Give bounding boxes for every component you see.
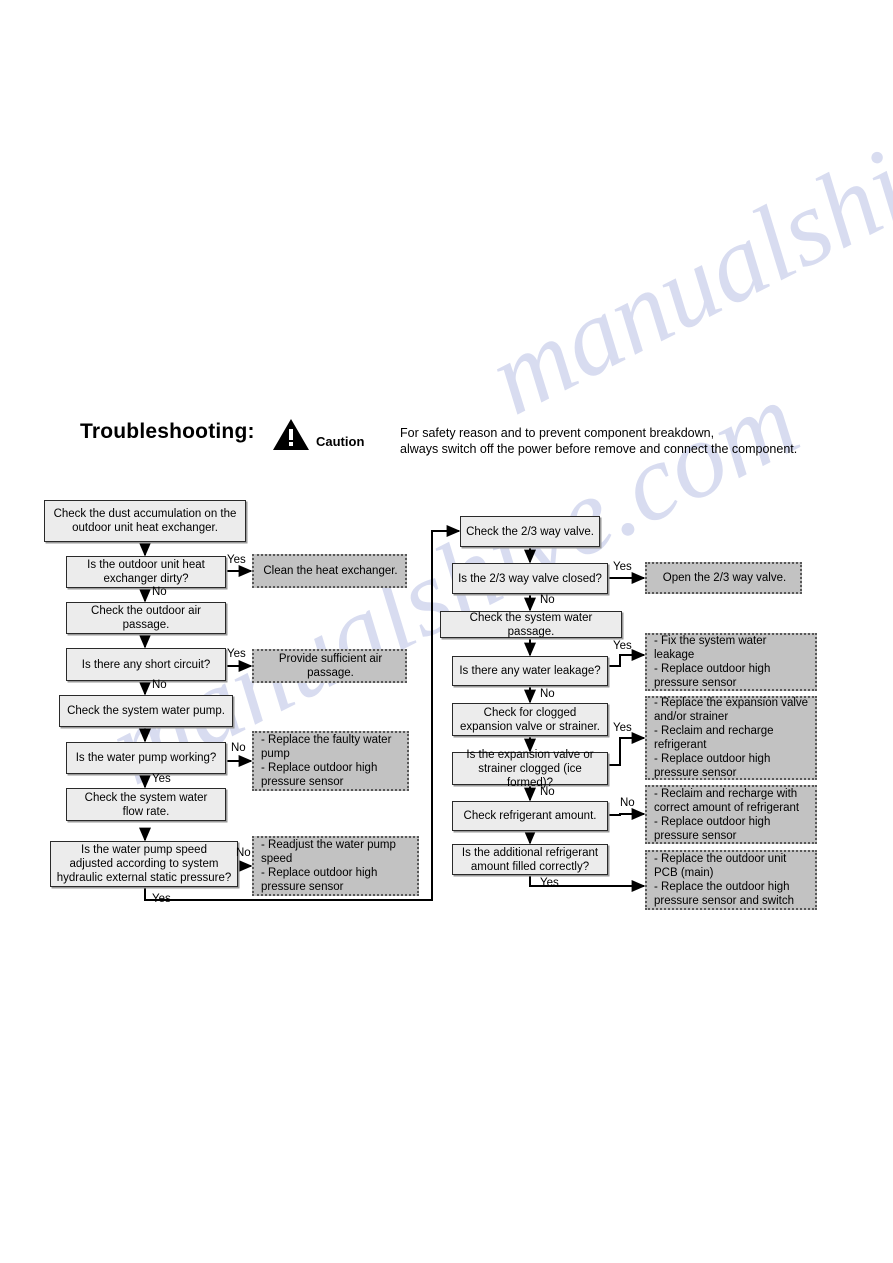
flow-node-is-refrigerant-filled-correctly[interactable]: Is the additional refrigerant amount fil…	[452, 844, 608, 875]
flow-node-is-there-short-circuit[interactable]: Is there any short circuit?	[66, 648, 226, 681]
warning-triangle-icon	[273, 419, 309, 450]
edge-label-l6-no: No	[231, 742, 246, 754]
edge-label-r6-no: No	[540, 786, 555, 798]
flow-action-replace-outdoor-pcb[interactable]: - Replace the outdoor unit PCB (main) - …	[645, 850, 817, 910]
flow-action-open-2-3-way-valve[interactable]: Open the 2/3 way valve.	[645, 562, 802, 594]
caution-note: For safety reason and to prevent compone…	[400, 425, 797, 457]
edge-label-r6-yes: Yes	[613, 722, 632, 734]
edge-label-r2-no: No	[540, 594, 555, 606]
caution-note-line-2: always switch off the power before remov…	[400, 442, 798, 456]
flow-action-clean-heat-exchanger[interactable]: Clean the heat exchanger.	[252, 554, 407, 588]
caution-note-line-1: For safety reason and to prevent compone…	[400, 426, 715, 440]
flow-node-check-system-water-pump[interactable]: Check the system water pump.	[59, 695, 233, 727]
edge-label-l4-no: No	[152, 679, 167, 691]
flow-action-reclaim-recharge-refrigerant[interactable]: - Reclaim and recharge with correct amou…	[645, 785, 817, 844]
flow-action-readjust-water-pump-speed[interactable]: - Readjust the water pump speed - Replac…	[252, 836, 419, 896]
flow-action-provide-air-passage[interactable]: Provide sufficient air passage.	[252, 649, 407, 683]
flow-node-check-refrigerant-amount[interactable]: Check refrigerant amount.	[452, 801, 608, 831]
page-title: Troubleshooting:	[80, 420, 255, 443]
flow-action-replace-faulty-water-pump[interactable]: - Replace the faulty water pump - Replac…	[252, 731, 409, 791]
edge-label-l8-yes: Yes	[152, 893, 171, 905]
flow-node-is-pump-speed-adjusted[interactable]: Is the water pump speed adjusted accordi…	[50, 841, 238, 887]
flow-node-check-dust-accumulation[interactable]: Check the dust accumulation on the outdo…	[44, 500, 246, 542]
edge-label-r4-no: No	[540, 688, 555, 700]
edge-label-l4-yes: Yes	[227, 648, 246, 660]
flow-node-is-2-3-way-valve-closed[interactable]: Is the 2/3 way valve closed?	[452, 563, 608, 594]
flow-action-fix-water-leakage[interactable]: - Fix the system water leakage - Replace…	[645, 633, 817, 691]
flow-node-is-heat-exchanger-dirty[interactable]: Is the outdoor unit heat exchanger dirty…	[66, 556, 226, 588]
flow-node-is-there-water-leakage[interactable]: Is there any water leakage?	[452, 656, 608, 686]
flow-node-check-outdoor-air-passage[interactable]: Check the outdoor air passage.	[66, 602, 226, 634]
edge-label-r8-no: No	[620, 797, 635, 809]
page-canvas: manualshive.com manualshive.com Troubles…	[0, 0, 893, 1263]
flow-node-is-expansion-valve-clogged[interactable]: Is the expansion valve or strainer clogg…	[452, 749, 608, 789]
caution-badge: Caution	[272, 418, 390, 452]
flow-node-check-system-water-passage[interactable]: Check the system water passage.	[440, 611, 622, 638]
edge-label-r2-yes: Yes	[613, 561, 632, 573]
flow-node-check-clogged-expansion-valve[interactable]: Check for clogged expansion valve or str…	[452, 703, 608, 736]
flow-node-check-2-3-way-valve[interactable]: Check the 2/3 way valve.	[460, 516, 600, 547]
flow-node-is-water-pump-working[interactable]: Is the water pump working?	[66, 742, 226, 774]
troubleshooting-header: Troubleshooting: Caution For safety reas…	[0, 418, 893, 482]
flow-node-check-water-flow-rate[interactable]: Check the system water flow rate.	[66, 788, 226, 821]
caution-label: Caution	[316, 434, 365, 449]
edge-label-l2-yes: Yes	[227, 554, 246, 566]
edge-label-r8-yes: Yes	[540, 877, 559, 889]
edge-label-l2-no: No	[152, 586, 167, 598]
edge-label-l8-no: No	[236, 847, 251, 859]
watermark-upper: manualshive.com	[470, 0, 893, 438]
edge-label-l6-yes: Yes	[152, 773, 171, 785]
edge-label-r4-yes: Yes	[613, 640, 632, 652]
flow-action-replace-expansion-valve[interactable]: - Replace the expansion valve and/or str…	[645, 696, 817, 780]
